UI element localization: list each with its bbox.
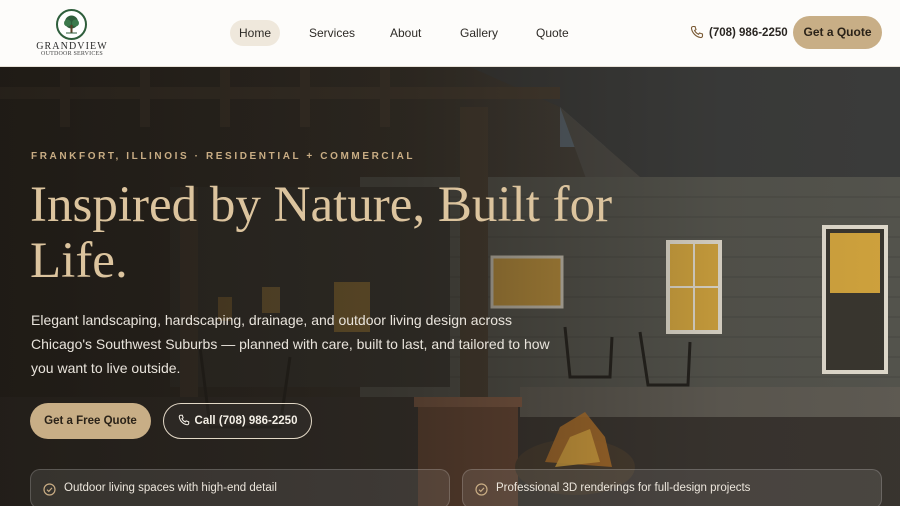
feature-label: Professional 3D renderings for full-desi… <box>496 482 751 494</box>
get-quote-button[interactable]: Get a Quote <box>793 16 882 49</box>
phone-icon <box>178 414 189 426</box>
hero-description: Elegant landscaping, hardscaping, draina… <box>31 312 550 376</box>
header-phone-number: (708) 986-2250 <box>709 27 788 39</box>
brand-logo[interactable]: GRANDVIEW OUTDOOR SERVICES <box>34 9 110 59</box>
hero-eyebrow: FRANKFORT, ILLINOIS · RESIDENTIAL + COMM… <box>31 151 416 162</box>
feature-card: Professional 3D renderings for full-desi… <box>462 469 882 506</box>
check-circle-icon <box>43 483 56 496</box>
call-button[interactable]: Call (708) 986-2250 <box>163 403 312 439</box>
brand-tagline: OUTDOOR SERVICES <box>41 51 103 57</box>
nav-home[interactable]: Home <box>230 20 281 46</box>
header-phone-link[interactable]: (708) 986-2250 <box>690 25 788 41</box>
check-circle-icon <box>475 483 488 496</box>
nav-gallery[interactable]: Gallery <box>451 20 507 46</box>
hero-headline: Inspired by Nature, Built for Life. <box>30 177 613 289</box>
hero-section: FRANKFORT, ILLINOIS · RESIDENTIAL + COMM… <box>0 67 900 506</box>
site-header: GRANDVIEW OUTDOOR SERVICES Home Services… <box>0 0 900 67</box>
free-quote-button[interactable]: Get a Free Quote <box>30 403 151 439</box>
nav-quote[interactable]: Quote <box>527 20 578 46</box>
call-button-label: Call (708) 986-2250 <box>194 415 298 427</box>
feature-label: Outdoor living spaces with high-end deta… <box>64 482 277 494</box>
nav-about[interactable]: About <box>381 20 430 46</box>
nav-services[interactable]: Services <box>300 20 364 46</box>
tree-icon <box>56 9 87 40</box>
feature-card: Outdoor living spaces with high-end deta… <box>30 469 450 506</box>
phone-icon <box>690 25 704 39</box>
